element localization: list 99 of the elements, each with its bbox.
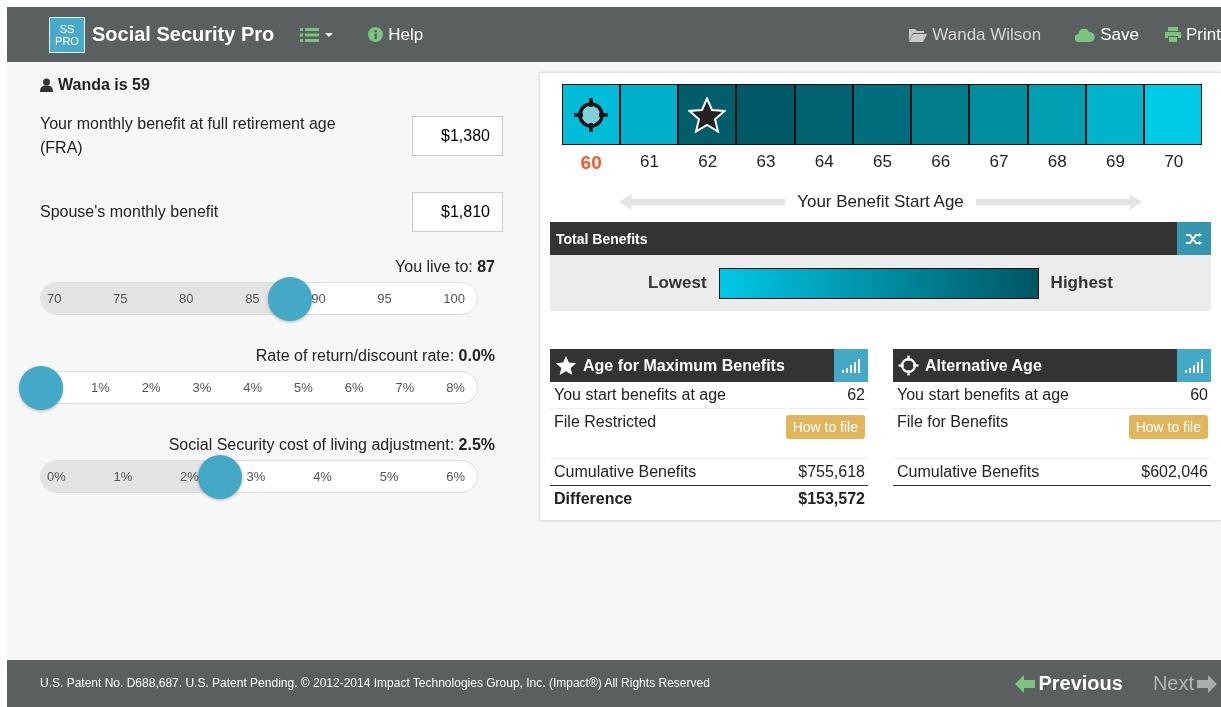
age-label: 63 (756, 152, 776, 172)
right-arrow-icon (1197, 674, 1217, 693)
field-label: Spouse's monthly benefit (40, 202, 220, 222)
save-link[interactable]: Save (1075, 24, 1140, 45)
row-label: File Restricted (554, 413, 657, 431)
tick-label: 4% (313, 469, 332, 484)
age-label: 60 (580, 152, 602, 174)
print-link[interactable]: Print (1165, 24, 1221, 45)
chart-button[interactable] (1177, 349, 1211, 382)
slider-label: Social Security cost of living adjustment: 2.5% (168, 436, 495, 454)
tick-label: 90 (311, 291, 326, 306)
age-cell[interactable] (1144, 84, 1203, 145)
row-label: Difference (554, 490, 633, 508)
slider-label: You live to: 87 (395, 258, 495, 276)
row-value: 62 (847, 386, 865, 404)
tick-label: 1% (91, 380, 110, 395)
copyright-text: U.S. Patent No. D688,687. U.S. Patent Pending. © 2012-2014 Impact Technologies Group, Inc. (Impact®) All Rights Reserved (40, 677, 711, 690)
card-title: Alternative Age (925, 356, 1043, 375)
age-label: 61 (639, 152, 659, 172)
right-arrow-icon (975, 194, 1142, 210)
age-label: 69 (1106, 152, 1125, 172)
row-label: Cumulative Benefits (897, 463, 1040, 481)
slider-thumb[interactable] (197, 454, 242, 499)
row-value: $755,618 (798, 463, 865, 481)
card-title: Age for Maximum Benefits (583, 356, 786, 375)
tick-label: 100 (443, 291, 465, 306)
row-label: You start benefits at age (897, 386, 1069, 404)
tick-label: 3% (246, 469, 266, 484)
age-cell[interactable] (969, 84, 1028, 145)
tick-label: 0% (47, 469, 66, 484)
axis-label: Your Benefit Start Age (797, 192, 964, 212)
age-label: 68 (1047, 152, 1067, 172)
bar-chart-icon (1185, 358, 1203, 373)
left-arrow-icon (619, 194, 786, 210)
tick-label: 2% (141, 380, 161, 395)
age-label: 65 (873, 152, 892, 172)
app-title: Social Security Pro (92, 23, 275, 46)
cloud-icon (1075, 27, 1096, 42)
age-cell[interactable] (561, 84, 620, 145)
person-icon (40, 78, 53, 92)
tick-label: 3% (192, 380, 212, 395)
bar-chart-icon (842, 358, 860, 373)
slider-thumb[interactable] (19, 365, 63, 410)
info-icon (368, 27, 384, 42)
age-cell[interactable] (794, 84, 853, 145)
tick-label: 85 (245, 291, 260, 306)
age-cell[interactable] (852, 84, 912, 145)
tick-label: 5% (293, 380, 313, 395)
crosshair-icon (572, 96, 609, 133)
age-cell[interactable] (911, 84, 970, 145)
row-value: $602,046 (1141, 463, 1208, 481)
age-cell[interactable] (736, 84, 795, 145)
row-label: File for Benefits (897, 413, 1009, 431)
star-icon (555, 355, 577, 376)
row-label: You start benefits at age (554, 386, 726, 404)
tick-label: 7% (395, 380, 415, 395)
row-value: 60 (1190, 386, 1208, 404)
legend-label: Lowest (648, 273, 707, 293)
age-label: 67 (989, 152, 1009, 172)
user-link[interactable]: Wanda Wilson (909, 24, 1042, 45)
chart-button[interactable] (834, 349, 868, 382)
input-field[interactable]: $1,380 (412, 116, 503, 156)
field-label: Your monthly benefit at full retirement age (FRA) (40, 114, 337, 158)
previous-link[interactable]: Previous (1015, 672, 1123, 695)
slider-thumb[interactable] (267, 276, 312, 321)
shuffle-button[interactable] (1177, 222, 1211, 255)
age-cell[interactable] (1027, 84, 1086, 145)
age-cell[interactable] (619, 84, 679, 145)
tick-label: 6% (446, 469, 465, 484)
section-title: Total Benefits (556, 230, 649, 247)
help-link[interactable]: Help (368, 24, 424, 45)
printer-icon (1165, 27, 1182, 42)
age-label: 62 (698, 152, 718, 172)
tick-label: 95 (377, 291, 392, 306)
tick-label: 6% (344, 380, 364, 395)
crosshair-icon (898, 355, 919, 376)
tick-label: 70 (47, 291, 62, 306)
age-label: 64 (814, 152, 834, 172)
age-label: 66 (931, 152, 951, 172)
row-value: $153,572 (798, 490, 865, 508)
tick-label: 4% (243, 380, 262, 395)
input-field[interactable]: $1,810 (412, 192, 503, 232)
list-menu-button[interactable] (300, 26, 335, 43)
age-cell[interactable] (678, 84, 737, 145)
folder-icon (909, 27, 928, 42)
row-label: Cumulative Benefits (554, 463, 697, 481)
tick-label: 75 (113, 291, 128, 306)
tick-label: 5% (379, 469, 399, 484)
age-cell[interactable] (1085, 84, 1145, 145)
age-label: 70 (1164, 152, 1184, 172)
slider-label: Rate of return/discount rate: 0.0% (255, 347, 495, 365)
tick-label: 8% (446, 380, 465, 395)
star-icon (688, 96, 727, 133)
left-arrow-icon (1015, 674, 1036, 693)
shuffle-icon (1186, 232, 1202, 245)
tick-label: 80 (179, 291, 194, 306)
person-heading: Wanda is 59 (40, 76, 503, 94)
legend-label: Highest (1050, 273, 1113, 293)
tick-label: 1% (113, 469, 133, 484)
